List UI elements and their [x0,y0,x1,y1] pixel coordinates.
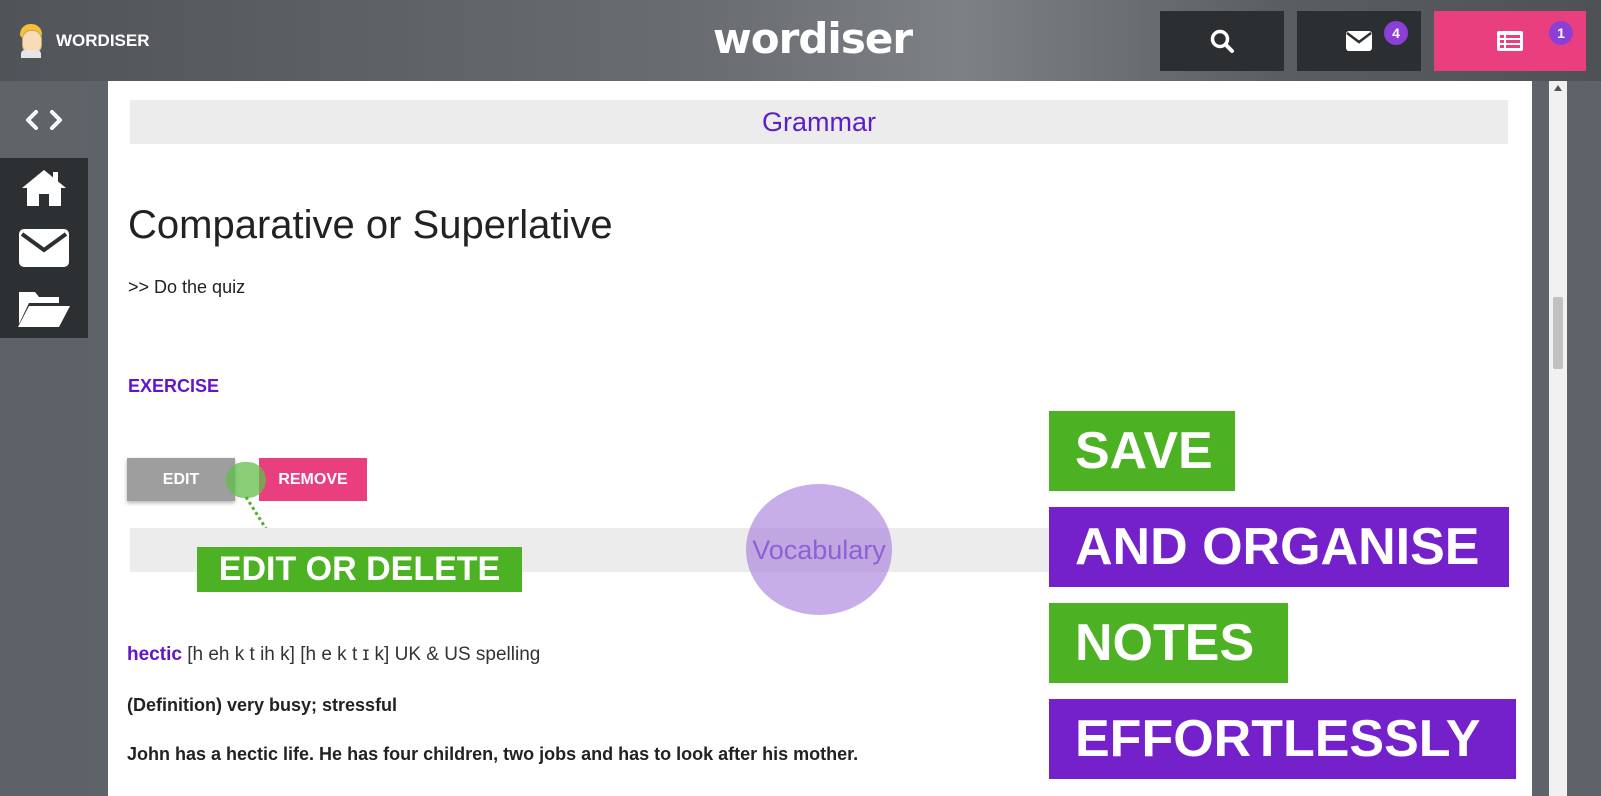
promo-effortlessly: EFFORTLESSLY [1049,699,1516,779]
folder-open-icon [18,292,70,327]
promo-notes: NOTES [1049,603,1288,683]
promo-save: SAVE [1049,411,1235,491]
envelope-icon [19,229,69,267]
top-bar: WORDISER wordiser 4 1 [0,0,1601,81]
scroll-up-arrow[interactable] [1554,85,1562,91]
sidebar-toggle[interactable] [0,81,88,158]
sidebar-item-messages[interactable] [0,218,88,278]
home-icon [22,170,66,206]
code-arrows-icon [26,109,62,130]
highlight-dot [226,462,266,498]
main-content: Grammar Comparative or Superlative >> Do… [108,81,1532,796]
highlight-circle [746,484,892,615]
exercise-label: EXERCISE [128,376,220,396]
sidebar [0,81,88,796]
pronunciation: [h eh k t ih k] [h e k t ɪ k] UK & US sp… [187,644,541,665]
search-icon [1210,29,1234,53]
word[interactable]: hectic [127,644,182,665]
sidebar-item-folders[interactable] [0,278,88,338]
definition: (Definition) very busy; stressful [127,695,398,715]
sidebar-nav [0,158,88,338]
search-button[interactable] [1160,11,1284,71]
notes-button[interactable]: 1 [1434,11,1586,71]
messages-count-badge: 4 [1384,21,1408,45]
scrollbar[interactable] [1549,81,1567,796]
messages-button[interactable]: 4 [1297,11,1421,71]
notes-icon [1497,31,1523,51]
brand[interactable]: WORDISER [18,22,150,60]
notes-count-badge: 1 [1549,21,1573,45]
promo-organise: AND ORGANISE [1049,507,1509,587]
avatar [18,24,44,58]
logo[interactable]: wordiser [713,14,913,63]
grammar-heading: Grammar [130,100,1508,144]
edit-delete-callout: EDIT OR DELETE [197,547,522,592]
page-title: Comparative or Superlative [128,203,613,247]
sidebar-item-home[interactable] [0,158,88,218]
word-entry: hectic [h eh k t ih k] [h e k t ɪ k] UK … [127,644,540,666]
brand-name: WORDISER [56,31,150,50]
edit-button[interactable]: EDIT [127,458,235,501]
envelope-icon [1346,31,1372,51]
quiz-link[interactable]: >> Do the quiz [128,277,245,298]
scrollbar-thumb[interactable] [1553,297,1563,369]
example-sentence: John has a hectic life. He has four chil… [127,744,859,764]
